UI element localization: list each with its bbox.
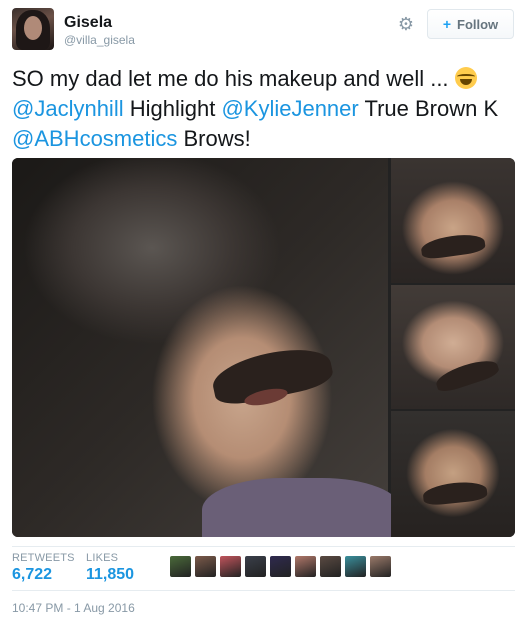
likes-label: LIKES (86, 552, 119, 564)
mention-kyliejenner[interactable]: @KylieJenner (221, 96, 358, 121)
tweet-text: SO my dad let me do his makeup and well … (12, 64, 517, 154)
photo-mustache (419, 231, 487, 261)
avatar-face (24, 16, 42, 40)
liker-avatar[interactable] (345, 556, 366, 577)
follow-label: Follow (457, 16, 499, 32)
liker-avatar[interactable] (220, 556, 241, 577)
media-grid (12, 158, 515, 537)
photo-mustache (422, 479, 488, 507)
liker-avatar[interactable] (270, 556, 291, 577)
tweet-text-segment: Highlight (123, 96, 222, 121)
photo-thumb-3[interactable] (391, 411, 515, 537)
liker-avatar[interactable] (245, 556, 266, 577)
photo-main[interactable] (12, 158, 402, 537)
liker-avatar[interactable] (320, 556, 341, 577)
timestamp[interactable]: 10:47 PM - 1 Aug 2016 (12, 601, 135, 615)
photo-mustache (433, 355, 501, 395)
likers-avatars (170, 556, 391, 580)
gear-icon[interactable]: ⚙ (396, 14, 416, 34)
photo-thumb-2[interactable] (391, 285, 515, 409)
retweets-count[interactable]: 6,722 (12, 566, 52, 584)
tweet-text-line1: SO my dad let me do his makeup and well … (12, 66, 449, 91)
likes-count[interactable]: 11,850 (86, 566, 134, 584)
screen-name[interactable]: @villa_gisela (64, 33, 135, 47)
liker-avatar[interactable] (195, 556, 216, 577)
photo-thumb-1[interactable] (391, 158, 515, 283)
divider (12, 590, 515, 591)
liker-avatar[interactable] (370, 556, 391, 577)
tweet-card: Gisela @villa_gisela ⚙ + Follow SO my da… (0, 0, 527, 620)
liker-avatar[interactable] (295, 556, 316, 577)
divider (12, 546, 515, 547)
mention-jaclynhill[interactable]: @Jaclynhill (12, 96, 124, 121)
display-name[interactable]: Gisela (64, 14, 112, 32)
photo-shirt (202, 478, 402, 537)
tweet-text-segment: True Brown K (358, 96, 499, 121)
add-user-icon: + (442, 16, 451, 32)
mention-abhcosmetics[interactable]: @ABHcosmetics (12, 126, 177, 151)
face-with-tears-of-joy-icon (454, 67, 477, 89)
liker-avatar[interactable] (170, 556, 191, 577)
follow-button[interactable]: + Follow (427, 9, 514, 39)
avatar[interactable] (12, 8, 54, 50)
tweet-text-segment: Brows! (177, 126, 251, 151)
retweets-label: RETWEETS (12, 552, 75, 564)
